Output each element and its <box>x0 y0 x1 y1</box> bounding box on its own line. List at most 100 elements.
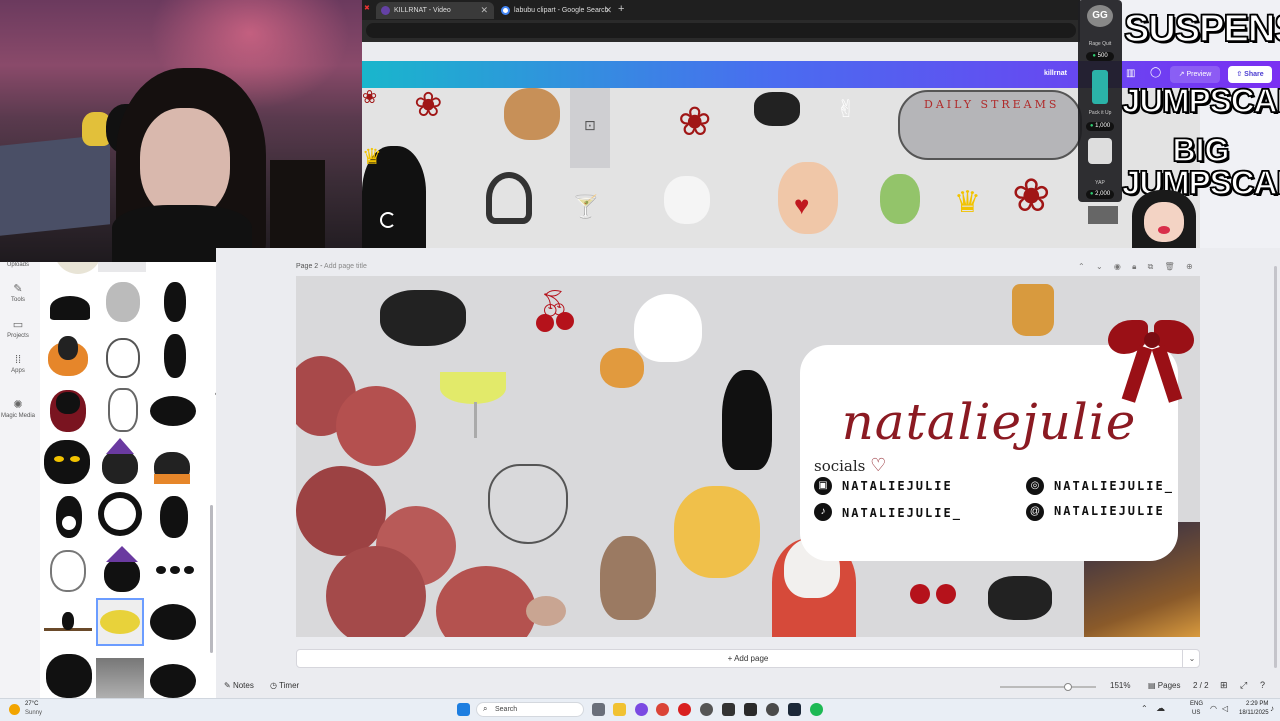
grid-view-icon[interactable]: ⊞ <box>1220 680 1228 691</box>
red-app-icon[interactable] <box>678 703 691 716</box>
clock-date[interactable]: 18/11/2025 <box>1239 710 1269 716</box>
chevron-up-icon[interactable]: ⌃ <box>1078 262 1085 271</box>
capcut-icon[interactable] <box>722 703 735 716</box>
element-cat-thumbnail[interactable] <box>150 332 198 380</box>
settings-icon[interactable] <box>766 703 779 716</box>
sidebar-item-label: Apps <box>11 368 25 374</box>
sidebar-item-uploads[interactable]: Uploads <box>0 262 36 268</box>
user-name[interactable]: killrnat <box>1044 70 1067 77</box>
element-cat-thumbnail[interactable] <box>98 278 146 326</box>
zoom-slider-handle[interactable] <box>1064 683 1072 691</box>
add-page-button[interactable]: + Add page <box>296 649 1200 668</box>
taskbar-search[interactable]: ⌕ Search <box>476 702 584 717</box>
comment-icon[interactable]: ◯ <box>1150 67 1161 78</box>
browser-tab-strip: ✖ KILLRNAT - Video ✕ labubu clipart - Go… <box>362 0 1080 20</box>
element-globe-thumbnail[interactable] <box>96 490 144 538</box>
sidebar-item-magic-media[interactable]: ✺ Magic Media <box>0 398 36 419</box>
element-cat-thumbnail[interactable] <box>46 278 94 326</box>
notification-bell-icon[interactable]: ♪ <box>1270 704 1274 713</box>
game-controller-sticker <box>988 576 1052 620</box>
crown-sticker: ♛ <box>362 144 382 169</box>
obs-icon[interactable] <box>744 703 757 716</box>
element-cat-eyes-thumbnail[interactable] <box>150 546 198 594</box>
pages-button[interactable]: ▤ Pages <box>1148 681 1180 690</box>
clock-time[interactable]: 2:29 PM <box>1246 701 1268 707</box>
close-tab-icon[interactable]: ✕ <box>604 2 612 19</box>
element-cat-thumbnail[interactable] <box>148 386 196 434</box>
chart-icon[interactable]: ▥ <box>1126 68 1135 79</box>
share-label: Share <box>1244 71 1264 78</box>
element-cat-thumbnail[interactable] <box>44 652 92 698</box>
new-tab-button[interactable]: + <box>618 3 624 15</box>
zoom-slider[interactable] <box>1000 683 1096 691</box>
language-line-1[interactable]: ENG <box>1190 701 1203 707</box>
panel-scrollbar[interactable] <box>210 505 213 653</box>
element-cat-thumbnail[interactable] <box>150 278 198 326</box>
preview-button[interactable]: ↗ Preview <box>1170 66 1220 83</box>
app-icon[interactable] <box>700 703 713 716</box>
chrome-icon[interactable] <box>656 703 669 716</box>
spotify-icon[interactable] <box>810 703 823 716</box>
element-cat-thumbnail[interactable] <box>42 438 90 486</box>
volume-icon[interactable]: ◁ <box>1222 704 1228 713</box>
sidebar-item-apps[interactable]: ⁞⁞ Apps <box>0 354 36 374</box>
element-cat-thumbnail[interactable] <box>96 438 144 486</box>
trash-icon[interactable]: 🗑︎ <box>1165 262 1175 271</box>
element-cat-thumbnail[interactable] <box>98 332 146 380</box>
element-thumbnail[interactable] <box>98 262 146 272</box>
chevron-down-icon[interactable]: ⌄ <box>1096 262 1103 271</box>
element-cat-thumbnail[interactable] <box>148 438 196 486</box>
language-line-2[interactable]: US <box>1192 710 1200 716</box>
element-cat-thumbnail[interactable] <box>44 332 92 380</box>
file-explorer-icon[interactable] <box>613 703 626 716</box>
cloud-icon[interactable]: ☁ <box>1156 703 1165 714</box>
editor-scrollbar[interactable] <box>1274 266 1277 668</box>
chevron-down-icon[interactable]: ⌄ <box>1182 649 1201 668</box>
task-view-icon[interactable] <box>592 703 605 716</box>
wifi-icon[interactable]: ◠ <box>1210 704 1217 713</box>
close-tab-icon[interactable]: ✕ <box>480 2 488 19</box>
element-thumbnail[interactable] <box>98 386 146 434</box>
element-cat-thumbnail[interactable] <box>46 492 94 540</box>
element-cat-thumbnail[interactable] <box>46 546 94 594</box>
element-cat-thumbnail[interactable] <box>150 492 198 540</box>
tab-killrnat-video[interactable]: KILLRNAT - Video ✕ <box>376 2 494 19</box>
chevron-up-icon[interactable]: ⌃ <box>1141 704 1148 713</box>
element-thumbnail[interactable] <box>54 262 102 274</box>
share-button[interactable]: ⇧ Share <box>1228 66 1272 83</box>
element-witch-cat-thumbnail[interactable] <box>44 598 92 646</box>
eye-icon[interactable]: ◉ <box>1114 262 1121 271</box>
sidebar-item-label: Uploads <box>6 262 29 268</box>
notes-button[interactable]: ✎ Notes <box>224 681 254 690</box>
fullscreen-icon[interactable]: ⤢ <box>1240 680 1247 691</box>
element-thumbnail[interactable] <box>150 262 198 272</box>
duplicate-icon[interactable]: ⧉ <box>1148 262 1154 271</box>
element-cat-thumbnail[interactable] <box>148 598 196 646</box>
steam-icon[interactable] <box>788 703 801 716</box>
timer-button[interactable]: ◷ Timer <box>270 681 299 690</box>
element-cat-thumbnail[interactable] <box>148 658 196 698</box>
sidebar-item-tools[interactable]: ✎ Tools <box>0 282 36 303</box>
replace-icon[interactable]: ⊡ <box>584 118 596 132</box>
element-cat-thumbnail[interactable] <box>44 386 92 434</box>
windows-start-icon[interactable] <box>457 703 470 716</box>
page-1-canvas[interactable]: DAILY STREAMS ♛ ❀ ❀ ⊡ ❀ ✌ 🍸 ♥ ♛ ❀ <box>362 88 1200 248</box>
tab-google-search[interactable]: labubu clipart - Google Search ✕ <box>496 2 618 19</box>
element-cat-eyes-thumbnail[interactable] <box>96 598 144 646</box>
search-icon: ⌕ <box>483 704 488 713</box>
page-title-input[interactable]: Add page title <box>324 263 367 270</box>
lock-icon[interactable]: 🔒︎ <box>1132 262 1136 271</box>
sidebar-item-label: Projects <box>7 333 29 339</box>
add-page-icon[interactable]: ⊕ <box>1186 262 1193 271</box>
sidebar-item-projects[interactable]: ▭ Projects <box>0 318 36 339</box>
zoom-level[interactable]: 151% <box>1110 681 1130 690</box>
element-gradient-thumbnail[interactable] <box>96 658 144 698</box>
discord-app-icon[interactable] <box>635 703 648 716</box>
bed <box>0 134 110 236</box>
element-cat-thumbnail[interactable] <box>98 546 146 594</box>
weather-temp[interactable]: 27°C <box>25 701 38 707</box>
help-icon[interactable]: ? <box>1260 680 1265 690</box>
address-bar[interactable] <box>366 23 1076 38</box>
search-label: Search <box>495 706 518 713</box>
weather-desc[interactable]: Sunny <box>25 710 42 716</box>
